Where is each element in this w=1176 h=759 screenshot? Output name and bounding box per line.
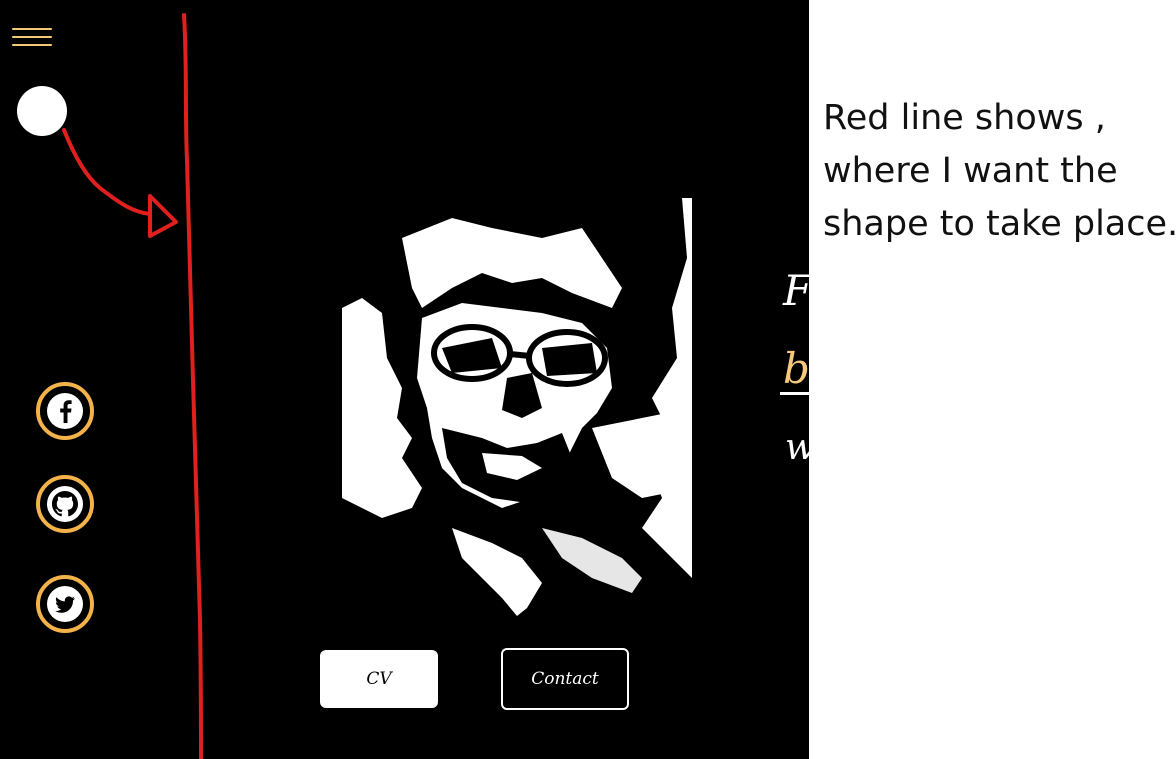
menu-bar-middle: [12, 36, 52, 38]
twitter-link[interactable]: [36, 575, 94, 633]
twitter-icon: [47, 586, 83, 622]
menu-bar-top: [12, 28, 52, 30]
note-line-2: where I want the: [823, 151, 1118, 191]
annotation-note: Red line shows , where I want the shape …: [823, 92, 1176, 251]
facebook-link[interactable]: [36, 382, 94, 440]
website-viewport: CV Contact F b w: [0, 0, 809, 759]
contact-button[interactable]: Contact: [501, 648, 629, 710]
github-icon: [47, 486, 83, 522]
note-line-1: Red line shows ,: [823, 98, 1106, 138]
menu-bar-bottom: [12, 44, 52, 46]
hero-heading-fragment-2: b: [783, 344, 809, 393]
hero-heading-fragment-1: F: [783, 270, 809, 312]
cv-button[interactable]: CV: [320, 650, 438, 708]
hamburger-menu-icon[interactable]: [12, 28, 52, 48]
white-circle-shape: [17, 86, 67, 136]
github-link[interactable]: [36, 475, 94, 533]
portrait-photo: [342, 198, 692, 616]
hero-heading-fragment-3: w: [785, 430, 809, 466]
note-line-3: shape to take place.: [823, 204, 1176, 244]
facebook-icon: [47, 393, 83, 429]
heading-underline: [780, 392, 809, 395]
